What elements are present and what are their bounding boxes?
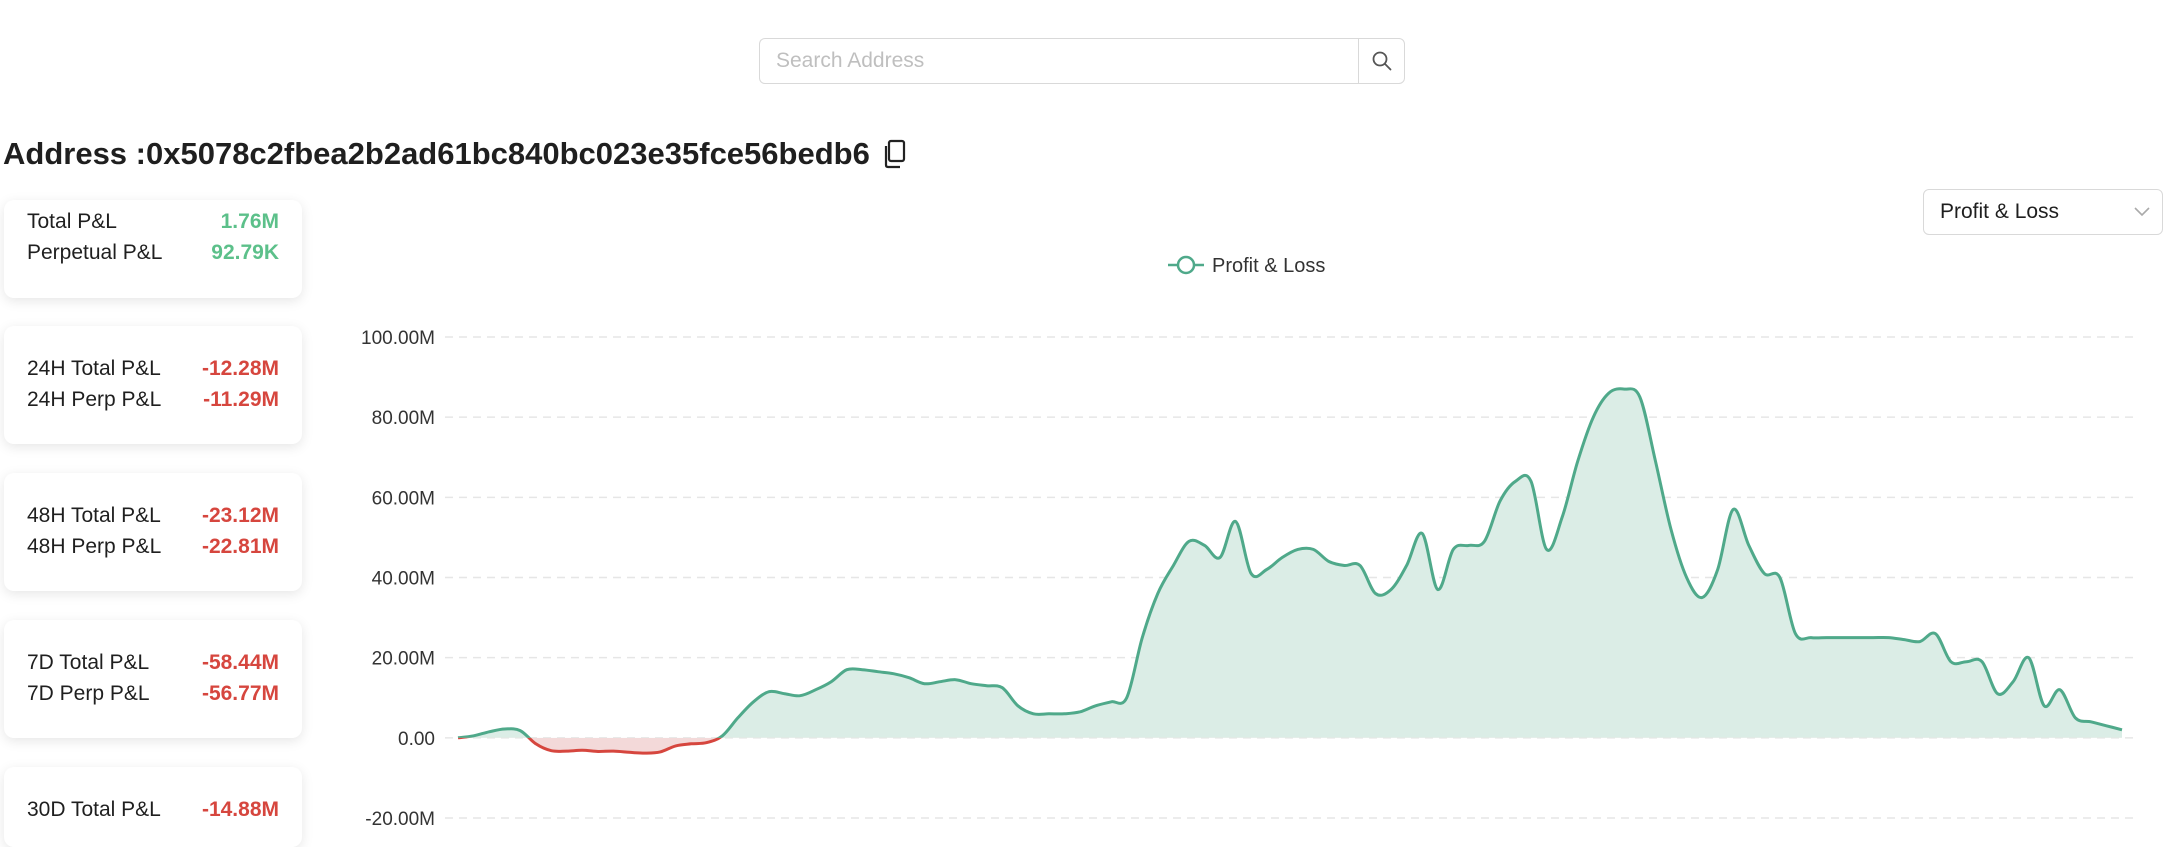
y-tick-label: 0.00 [398,729,435,750]
y-tick-label: 60.00M [372,488,435,509]
pnl-area-positive [458,388,2122,738]
y-tick-label: 100.00M [361,328,435,349]
legend-marker [1176,255,1196,275]
pnl-chart: Profit & Loss 100.00M 80.00M 60.00M 40.00M 2… [361,255,2135,830]
chart-legend[interactable]: Profit & Loss [1168,255,1325,277]
y-tick-label: -20.00M [365,809,435,830]
legend-label: Profit & Loss [1212,255,1325,277]
y-tick-label: 20.00M [372,649,435,670]
y-tick-label: 80.00M [372,408,435,429]
y-tick-label: 40.00M [372,569,435,590]
